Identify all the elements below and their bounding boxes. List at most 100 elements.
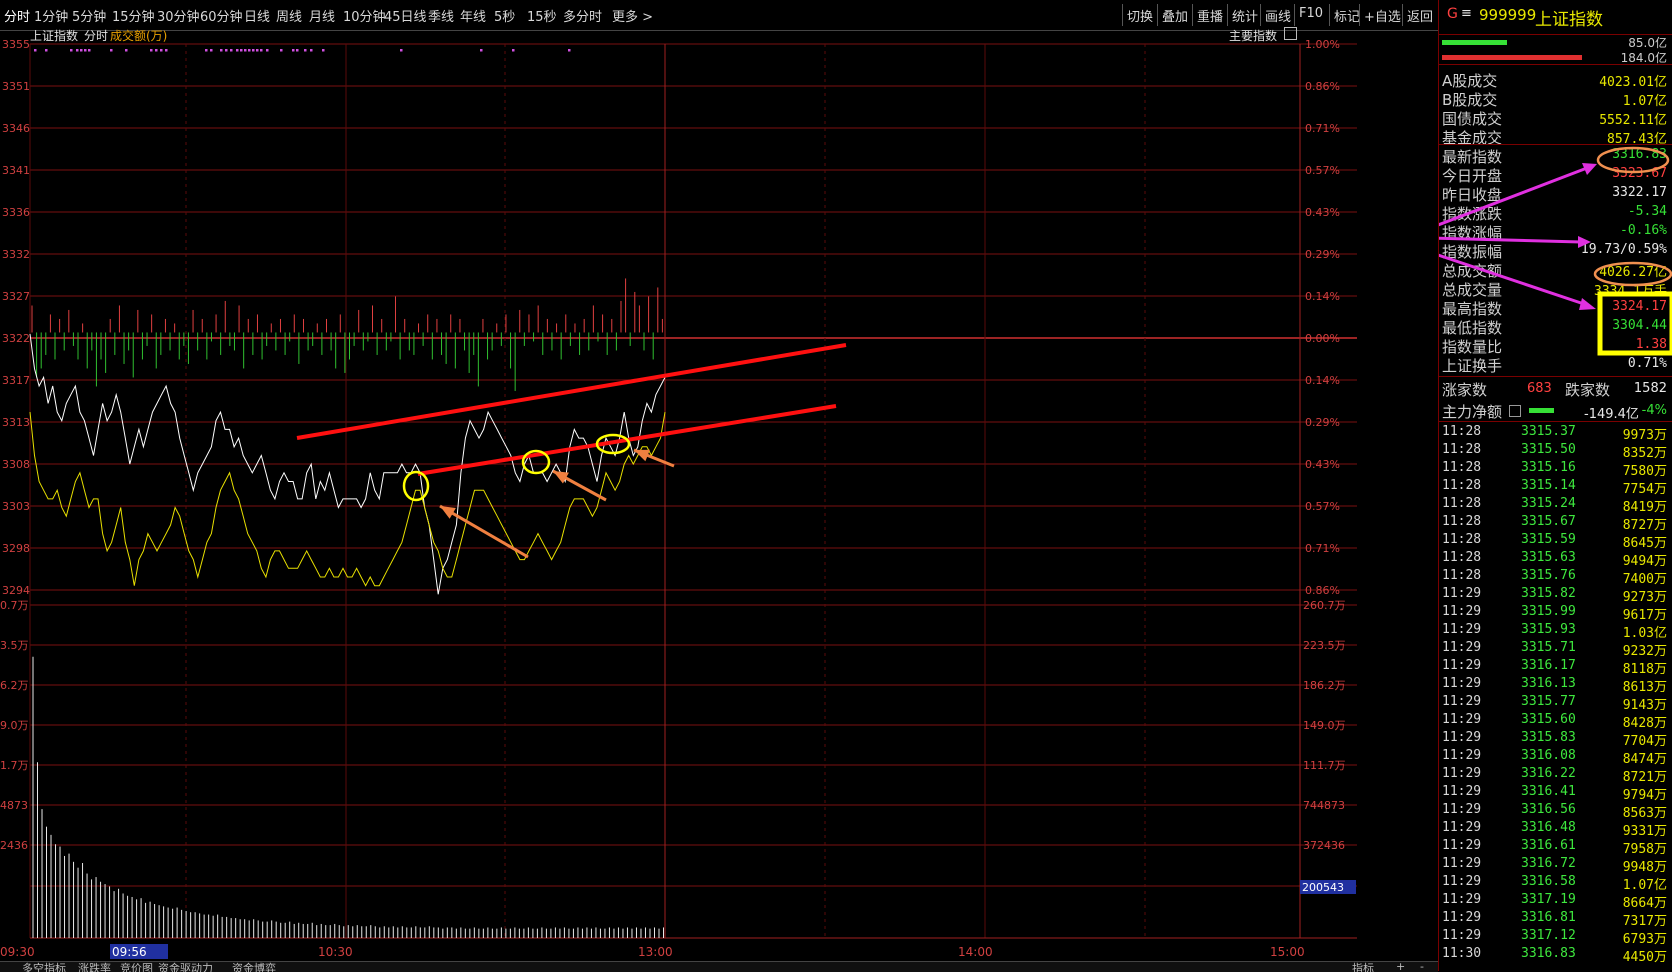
tick-volume: 7754万 (1622, 482, 1667, 497)
stat-row: 指数涨幅 -0.16% (1439, 222, 1672, 242)
tick-volume: 9973万 (1622, 428, 1667, 443)
tick-price: 3315.60 (1521, 712, 1576, 727)
indicator-tab-1[interactable]: 涨跌率 (78, 962, 111, 972)
tick-price: 3316.61 (1521, 838, 1576, 853)
period-tab-9[interactable]: 10分钟 (343, 6, 386, 25)
tool-button-6[interactable]: 标记 (1334, 6, 1360, 25)
indicator-tab-2[interactable]: 竞价图 (120, 962, 153, 972)
volume-axis-right-label: 149.0万 (1303, 719, 1346, 732)
price-axis-label: 3308 (2, 458, 30, 471)
period-tab-15[interactable]: 多分时 (563, 6, 602, 25)
tick-price: 3317.12 (1521, 928, 1576, 943)
tick-volume: 9794万 (1622, 788, 1667, 803)
period-tab-11[interactable]: 季线 (428, 6, 454, 25)
period-tab-3[interactable]: 15分钟 (112, 6, 155, 25)
period-tab-0[interactable]: 分时 (4, 6, 30, 25)
tick-time: 11:28 (1442, 478, 1482, 493)
price-axis-label: 3313 (2, 416, 30, 429)
tick-row: 11:29 3316.58 1.07亿 (1439, 874, 1672, 893)
period-tab-7[interactable]: 周线 (276, 6, 302, 25)
mode-label[interactable]: 分时 (84, 27, 108, 44)
tool-button-5[interactable]: F10 (1299, 6, 1323, 21)
tick-time: 11:29 (1442, 784, 1482, 799)
panel-toggle-icon[interactable] (1284, 27, 1297, 40)
tick-price: 3315.82 (1521, 586, 1576, 601)
time-axis-label: 14:00 (958, 945, 993, 959)
stat-label: 昨日收盘 (1442, 186, 1503, 204)
tick-price: 3315.50 (1521, 442, 1576, 457)
tick-volume: 4450万 (1622, 950, 1667, 965)
period-tab-14[interactable]: 15秒 (527, 6, 557, 25)
tool-button-1[interactable]: 叠加 (1162, 6, 1188, 25)
volume-axis-label: 9.0万 (0, 719, 29, 732)
tick-row: 11:29 3315.77 9143万 (1439, 694, 1672, 713)
bottom-control-1[interactable]: + (1396, 962, 1405, 972)
period-tab-16[interactable]: 更多 > (612, 6, 653, 25)
tick-price: 3316.41 (1521, 784, 1576, 799)
tick-price: 3315.99 (1521, 604, 1576, 619)
stat-row: A股成交 4023.01亿 (1439, 70, 1672, 90)
period-tab-13[interactable]: 5秒 (494, 6, 515, 25)
tick-volume: 8645万 (1622, 536, 1667, 551)
period-tab-8[interactable]: 月线 (309, 6, 335, 25)
stat-value: 3322.17 (1612, 185, 1667, 200)
period-tab-10[interactable]: 45日线 (384, 6, 427, 25)
tick-time: 11:29 (1442, 856, 1482, 871)
period-tab-4[interactable]: 30分钟 (157, 6, 200, 25)
bottom-control-0[interactable]: 指标 (1352, 962, 1374, 972)
tick-volume: 8613万 (1622, 680, 1667, 695)
indicator-tab-3[interactable]: 资金驱动力 (158, 962, 213, 972)
tick-price: 3316.13 (1521, 676, 1576, 691)
tool-button-4[interactable]: 画线 (1265, 6, 1291, 25)
intraday-chart[interactable]: 3355 1.00%3351 0.86%3346 0.71%3341 0.57%3336… (0, 30, 1395, 961)
indicator-tab-0[interactable]: 多空指标 (22, 962, 66, 972)
calc-icon[interactable] (1509, 405, 1521, 417)
stat-label: 总成交额 (1442, 262, 1503, 280)
tick-row: 11:29 3316.22 8721万 (1439, 766, 1672, 785)
bottom-control-2[interactable]: - (1420, 962, 1424, 972)
tick-time: 11:29 (1442, 658, 1482, 673)
stat-label: B股成交 (1442, 91, 1498, 109)
tool-button-2[interactable]: 重播 (1197, 6, 1223, 25)
period-tab-1[interactable]: 1分钟 (34, 6, 68, 25)
indicator-tabs: 多空指标 涨跌率 竞价图 资金驱动力 资金博弈 指标 + - (0, 961, 1438, 972)
tick-price: 3315.76 (1521, 568, 1576, 583)
period-tab-6[interactable]: 日线 (244, 6, 270, 25)
tick-volume: 8721万 (1622, 770, 1667, 785)
tick-price: 3315.14 (1521, 478, 1576, 493)
stat-value: -5.34 (1627, 204, 1667, 219)
stat-value: 1.38 (1635, 337, 1667, 352)
touch-circle-1 (402, 470, 430, 502)
up-label: 涨家数 (1442, 381, 1488, 399)
tool-button-7[interactable]: +自选 (1364, 6, 1401, 25)
tick-price: 3315.93 (1521, 622, 1576, 637)
up-count: 683 (1527, 381, 1552, 396)
stat-row: 指数振幅 19.73/0.59% (1439, 241, 1672, 261)
stat-row: 最新指数 3316.83 (1439, 146, 1672, 166)
stat-row: 最高指数 3324.17 (1439, 298, 1672, 318)
period-tab-5[interactable]: 60分钟 (200, 6, 243, 25)
stat-label: 最高指数 (1442, 300, 1503, 318)
tick-row: 11:29 3315.71 9232万 (1439, 640, 1672, 659)
tick-row: 11:29 3315.83 7704万 (1439, 730, 1672, 749)
percent-axis-label: 0.57% (1305, 164, 1340, 177)
period-tab-2[interactable]: 5分钟 (72, 6, 106, 25)
volume-axis-right-label: 260.7万 (1303, 599, 1346, 612)
tick-volume: 9948万 (1622, 860, 1667, 875)
list-icon[interactable]: ≡ (1461, 6, 1472, 21)
tool-button-8[interactable]: 返回 (1407, 6, 1433, 25)
stat-value: 1.07亿 (1622, 94, 1667, 109)
stat-label: 指数量比 (1442, 338, 1503, 356)
percent-axis-label: 0.14% (1305, 290, 1340, 303)
tick-time: 11:29 (1442, 604, 1482, 619)
tick-row: 11:29 3315.60 8428万 (1439, 712, 1672, 731)
main-index-button[interactable]: 主要指数 (1229, 27, 1277, 44)
stat-value: 3334.1万手 (1594, 284, 1667, 299)
tool-button-3[interactable]: 统计 (1232, 6, 1258, 25)
tool-button-0[interactable]: 切换 (1127, 6, 1153, 25)
period-tab-12[interactable]: 年线 (460, 6, 486, 25)
price-axis-label: 3317 (2, 374, 30, 387)
tick-volume: 8352万 (1622, 446, 1667, 461)
indicator-tab-4[interactable]: 资金博弈 (232, 962, 276, 972)
percent-axis-label: 0.71% (1305, 542, 1340, 555)
